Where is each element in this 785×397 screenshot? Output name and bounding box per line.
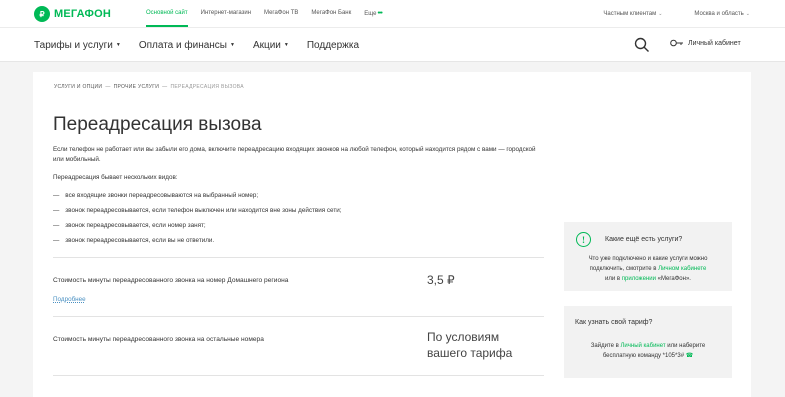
box-text-line: бесплатную команду *105*3# (602, 353, 685, 359)
types-list: — все входящие звонки переадресовываются … (53, 192, 342, 252)
list-item: — звонок переадресовывается, если телефон… (53, 207, 342, 214)
nav-item-label: Тарифы и услуги (34, 39, 113, 51)
more-dots-icon: ••• (377, 10, 382, 17)
more-link[interactable]: Подробнее (53, 296, 86, 303)
price-row: Стоимость минуты переадресованного звонк… (53, 316, 544, 376)
price-value: По условиям вашего тарифа (427, 329, 512, 361)
nav-item-label: Оплата и финансы (138, 39, 227, 51)
breadcrumb: УСЛУГИ И ОПЦИИ — ПРОЧИЕ УСЛУГИ — ПЕРЕАДРЕСАЦ… (54, 84, 244, 90)
breadcrumb-services[interactable]: УСЛУГИ И ОПЦИИ (54, 84, 102, 90)
toplink-more[interactable]: Еще••• (364, 0, 383, 27)
list-item-text: звонок переадресовывается, если номер за… (65, 222, 206, 229)
price-value-line1: По условиям (427, 330, 500, 344)
breadcrumb-separator: — (105, 84, 111, 90)
info-icon: ! (576, 232, 591, 247)
phone-icon[interactable]: ☎ (686, 353, 693, 359)
nav-item-label: Поддержка (306, 39, 360, 51)
box-text-line: Зайдите в (590, 343, 621, 349)
breadcrumb-other-services[interactable]: ПРОЧИЕ УСЛУГИ (114, 84, 160, 90)
breadcrumb-current: ПЕРЕАДРЕСАЦИЯ ВЫЗОВА (170, 84, 244, 90)
price-value-line2: вашего тарифа (427, 346, 513, 360)
other-services-box: ! Какие ещё есть услуги? Что уже подключ… (564, 222, 732, 291)
intro-text: Если телефон не работает или вы забыли е… (53, 146, 536, 163)
logo-mark-icon: ₽ (34, 6, 50, 22)
chevron-down-icon: ⌄ (745, 10, 750, 17)
other-services-title: Какие ещё есть услуги? (605, 236, 683, 243)
nav-items: Тарифы и услуги ▼ Оплата и финансы ▼ Акции… (34, 28, 377, 62)
personal-cabinet-button[interactable]: Личный кабинет (670, 39, 741, 47)
box-text-line: подключить, смотрите в (589, 266, 659, 272)
personal-cabinet-label: Личный кабинет (688, 39, 741, 47)
region-selector[interactable]: Москва и область ⌄ (678, 11, 750, 17)
list-item-text: звонок переадресовывается, если телефон … (65, 207, 342, 214)
list-item-text: все входящие звонки переадресовываются н… (65, 192, 259, 199)
list-item: — звонок переадресовывается, если номер з… (53, 222, 206, 229)
app-link[interactable]: приложении (622, 276, 656, 282)
personal-cabinet-link[interactable]: Личный кабинет (620, 343, 665, 349)
content-card: УСЛУГИ И ОПЦИИ — ПРОЧИЕ УСЛУГИ — ПЕРЕАДРЕСАЦ… (33, 72, 751, 397)
toplink-more-label: Еще (364, 11, 377, 17)
top-bar: ₽ МЕГАФОН Основной сайт Интернет-магазин… (0, 0, 785, 28)
price-label: Стоимость минуты переадресованного звонк… (53, 277, 289, 284)
box-text-line: «МегаФон». (655, 276, 691, 282)
box-text-line: Что уже подключено и какие услуги можно (588, 256, 708, 262)
toplink-megafon-bank[interactable]: МегаФон Банк (311, 0, 351, 27)
box-text-line: или наберите (665, 343, 706, 349)
personal-cabinet-link[interactable]: Личном кабинете (658, 266, 706, 272)
types-lead: Переадресация бывает нескольких видов: (53, 174, 178, 181)
other-services-text: Что уже подключено и какие услуги можно … (564, 254, 732, 284)
price-label: Стоимость минуты переадресованного звонк… (53, 336, 264, 343)
find-tariff-title: Как узнать свой тариф? (575, 319, 653, 326)
list-item-text: звонок переадресовывается, если вы не от… (65, 237, 215, 244)
top-right: Частным клиентам ⌄ Москва и область ⌄ (571, 0, 750, 27)
main-nav: Тарифы и услуги ▼ Оплата и финансы ▼ Акции… (0, 28, 785, 62)
client-type-label: Частным клиентам (603, 10, 657, 17)
caret-down-icon: ▼ (283, 42, 289, 48)
caret-down-icon: ▼ (230, 42, 235, 48)
box-text-line: или в (605, 276, 622, 282)
find-tariff-text: Зайдите в Личный кабинет или наберите бе… (564, 341, 732, 361)
price-table: Стоимость минуты переадресованного звонк… (53, 257, 544, 376)
toplink-online-store[interactable]: Интернет-магазин (201, 0, 251, 27)
caret-down-icon: ▼ (115, 42, 121, 48)
find-tariff-box: Как узнать свой тариф? Зайдите в Личный … (564, 306, 732, 378)
search-icon[interactable] (634, 37, 650, 53)
top-links: Основной сайт Интернет-магазин МегаФон Т… (146, 0, 395, 27)
nav-item-promotions[interactable]: Акции ▼ (253, 40, 289, 51)
key-icon (670, 39, 683, 47)
chevron-down-icon: ⌄ (658, 10, 663, 17)
list-item: — все входящие звонки переадресовываются … (53, 192, 259, 199)
nav-item-payment[interactable]: Оплата и финансы ▼ (139, 40, 235, 51)
client-type-selector[interactable]: Частным клиентам ⌄ (587, 11, 662, 17)
list-item: — звонок переадресовывается, если вы не о… (53, 237, 215, 244)
price-row: Стоимость минуты переадресованного звонк… (53, 257, 544, 316)
logo-text: МЕГАФОН (54, 8, 112, 20)
megafon-logo[interactable]: ₽ МЕГАФОН (34, 6, 111, 22)
nav-item-support[interactable]: Поддержка (307, 40, 359, 51)
toplink-megafon-tv[interactable]: МегаФон ТВ (264, 0, 298, 27)
region-label: Москва и область (694, 10, 744, 17)
toplink-main-site[interactable]: Основной сайт (146, 0, 188, 27)
nav-item-label: Акции (252, 39, 281, 51)
nav-item-tariffs[interactable]: Тарифы и услуги ▼ (34, 40, 121, 51)
breadcrumb-separator: — (162, 84, 168, 90)
page-title: Переадресация вызова (53, 114, 262, 135)
price-value: 3,5 ₽ (427, 273, 455, 287)
